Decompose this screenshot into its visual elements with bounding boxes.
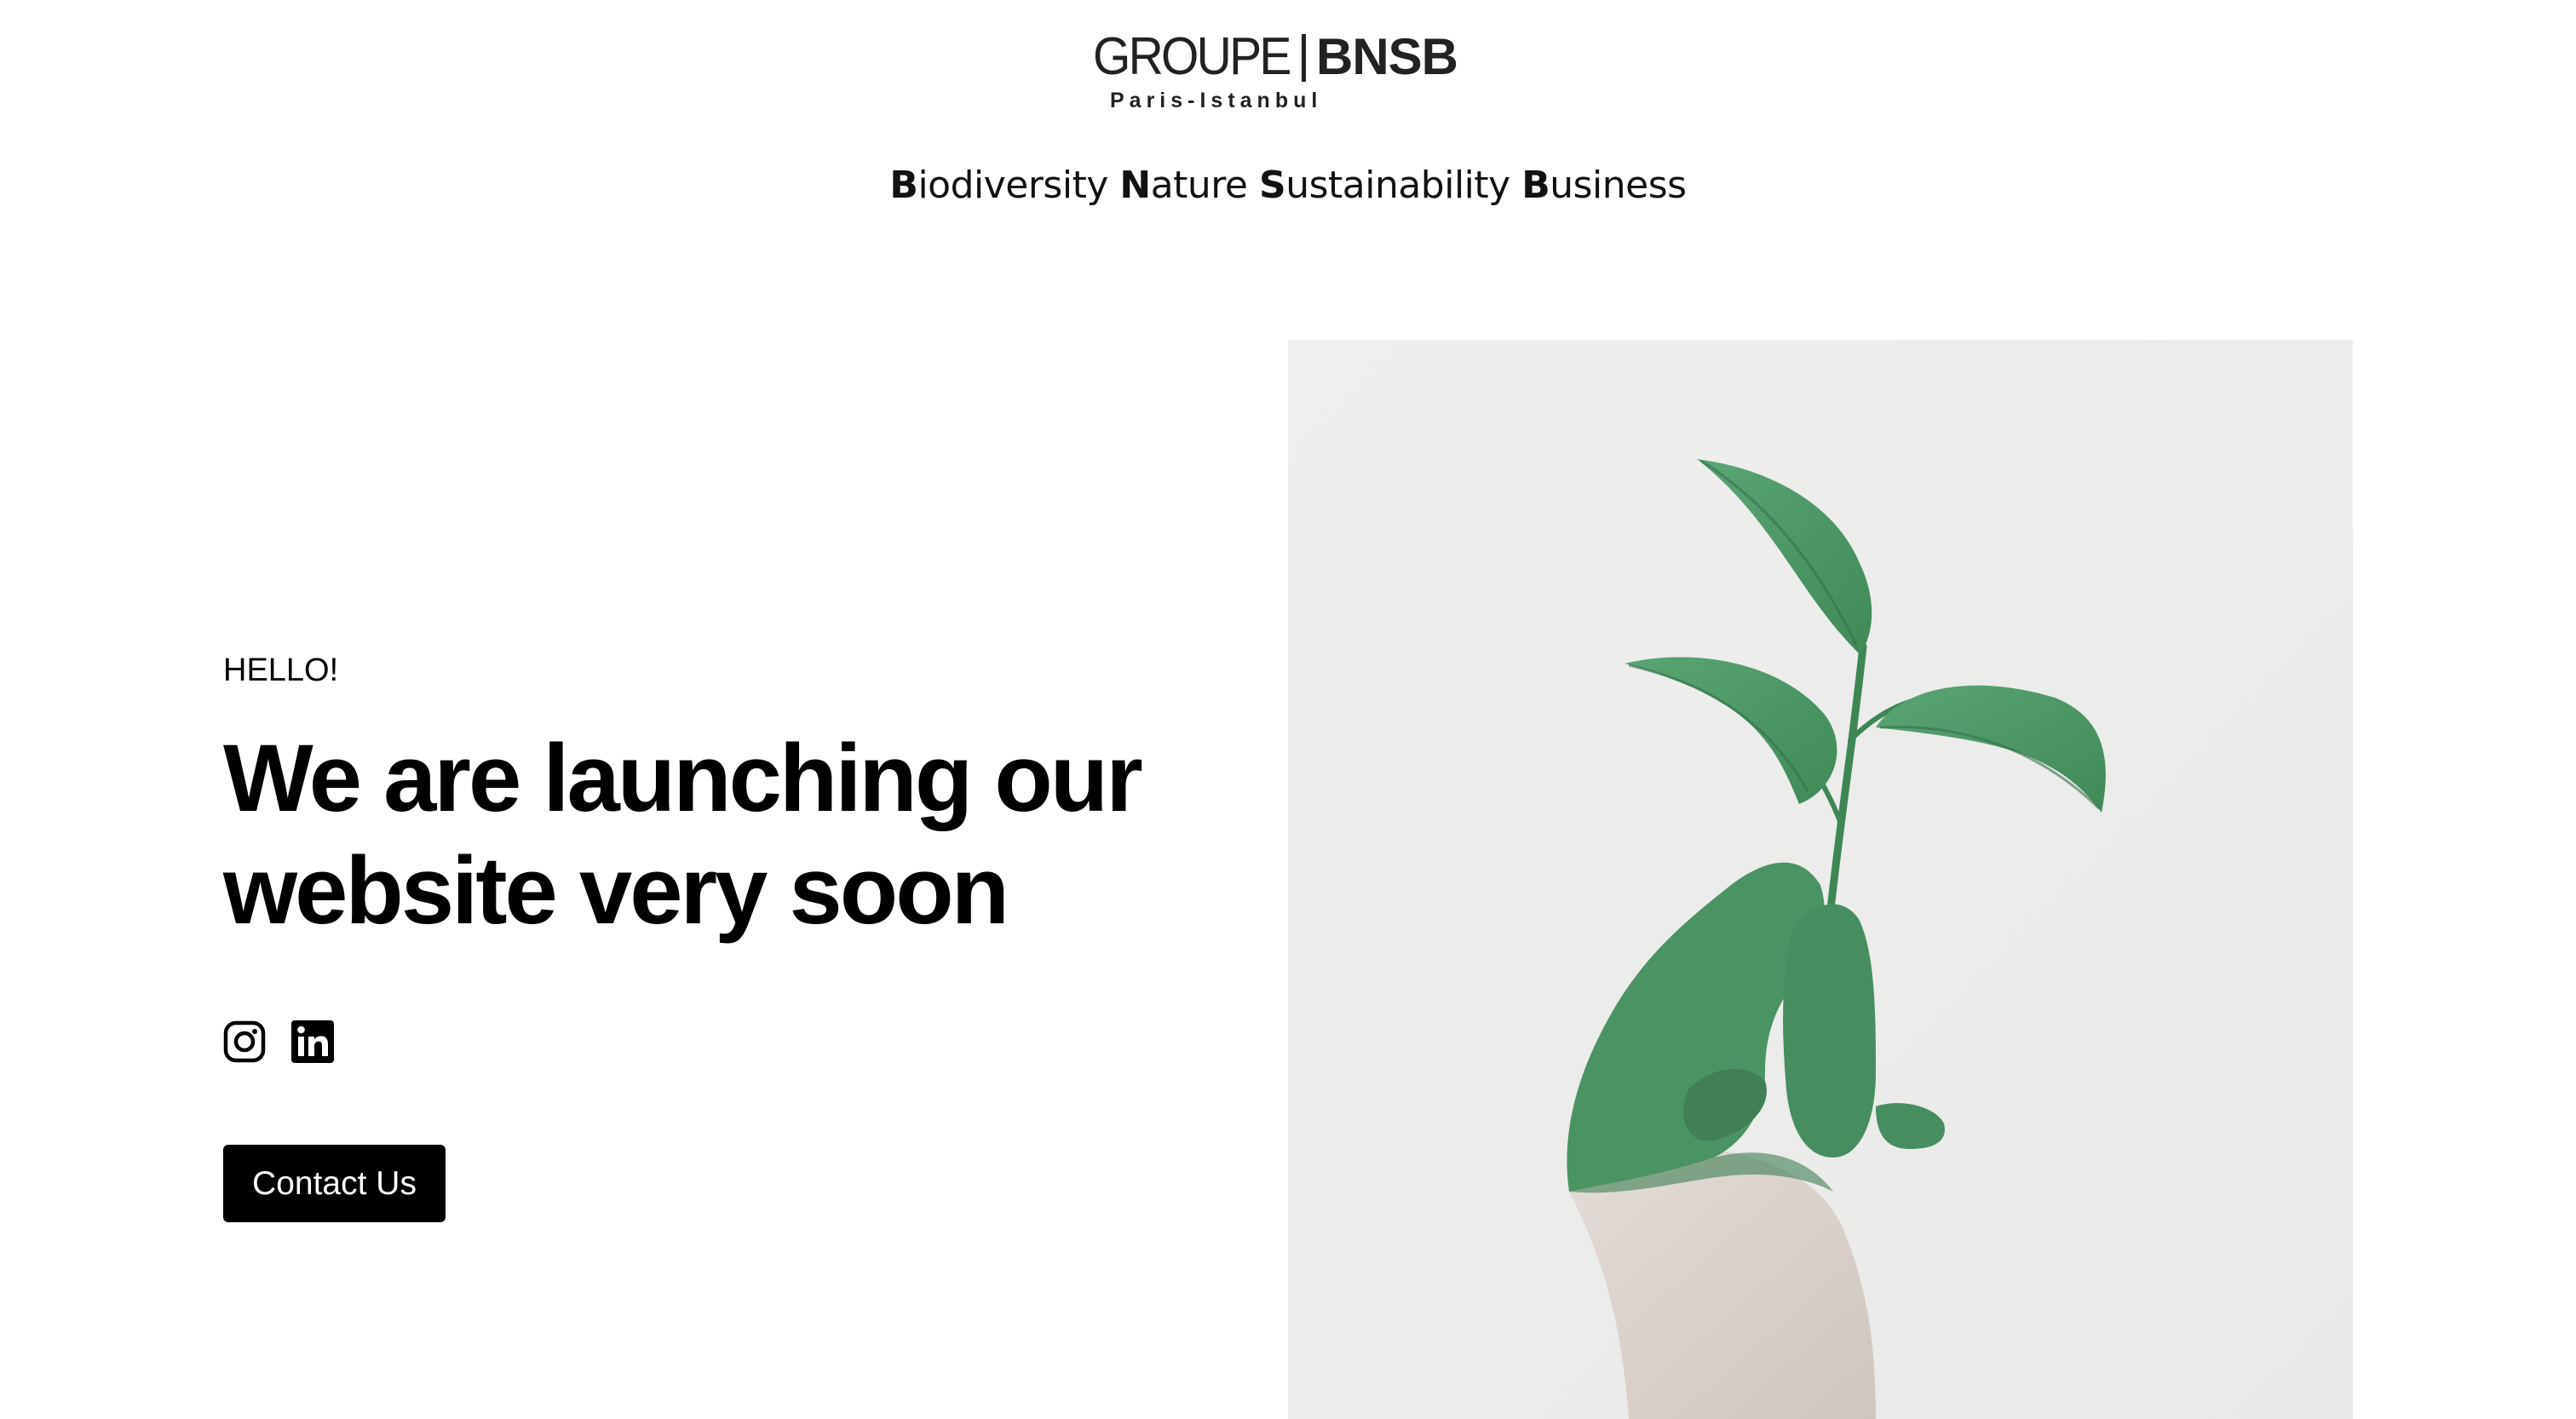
contact-us-button[interactable]: Contact Us bbox=[223, 1145, 446, 1222]
greeting-text: HELLO! bbox=[223, 652, 339, 688]
instagram-icon[interactable] bbox=[223, 1020, 266, 1063]
page-headline: We are launching our website very soon bbox=[223, 722, 1245, 947]
logo-text-bold: BNSB bbox=[1316, 28, 1458, 85]
linkedin-icon[interactable] bbox=[291, 1020, 334, 1063]
hero-image-hand-plant bbox=[1288, 340, 2353, 1419]
landing-page: GROUPE BNSB Paris-Istanbul Biodiversity … bbox=[0, 0, 2576, 1419]
logo-subtitle: Paris-Istanbul bbox=[1110, 89, 1323, 112]
tagline-word: Biodiversity bbox=[889, 164, 1108, 207]
logo-text-light: GROUPE bbox=[1093, 27, 1291, 86]
headline-line-1: We are launching our bbox=[223, 725, 1143, 831]
tagline-word: Sustainability bbox=[1259, 164, 1510, 207]
tagline: Biodiversity Nature Sustainability Busin… bbox=[0, 164, 2576, 207]
tagline-word: Nature bbox=[1119, 164, 1248, 207]
logo-divider bbox=[1302, 34, 1306, 82]
company-logo: GROUPE BNSB Paris-Istanbul bbox=[1093, 29, 1476, 114]
headline-line-2: website very soon bbox=[223, 837, 1009, 944]
tagline-word: Business bbox=[1521, 164, 1687, 207]
social-links bbox=[223, 1020, 334, 1063]
